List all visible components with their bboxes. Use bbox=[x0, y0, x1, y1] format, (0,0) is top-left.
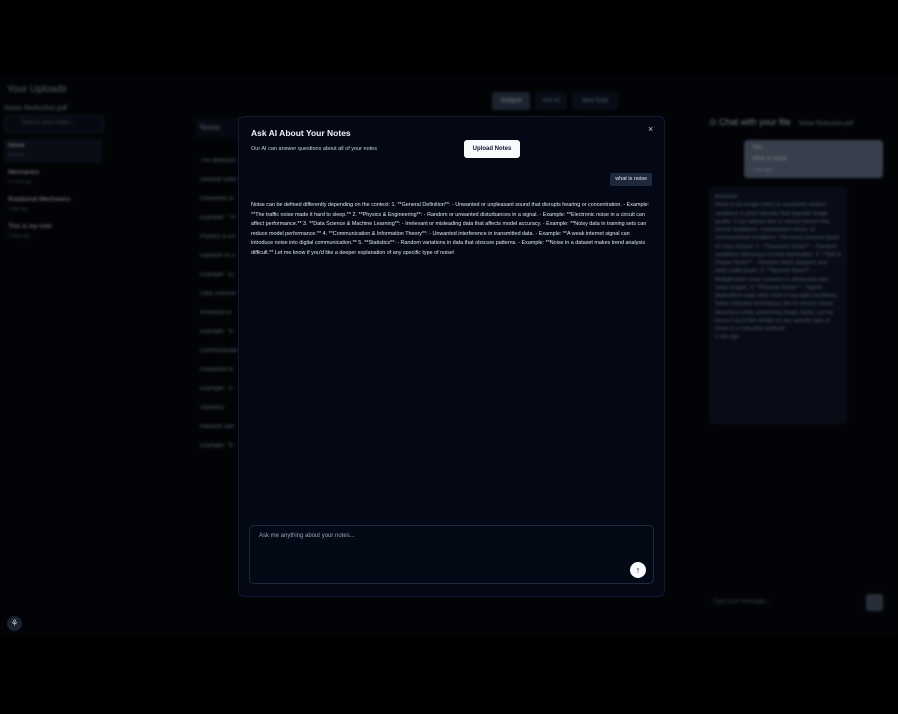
sidebar-item-this-is-my-note[interactable]: This is my note 2 days ago bbox=[4, 220, 102, 244]
note-line: Statistics bbox=[200, 405, 225, 411]
note-line: Physics & En bbox=[200, 234, 236, 240]
note-line: Example: "A bbox=[200, 386, 233, 392]
note-line: General Defin bbox=[200, 177, 238, 183]
send-arrow-icon[interactable]: ↑ bbox=[630, 562, 646, 578]
modal-title: Ask AI About Your Notes bbox=[251, 128, 351, 138]
sidebar-item-name: Noise bbox=[8, 142, 25, 149]
chat-send-button[interactable] bbox=[866, 594, 883, 611]
note-line: Unwanted in bbox=[200, 367, 234, 373]
sidebar-item-time: just now bbox=[8, 152, 25, 157]
assistant-message-time: 1 min ago bbox=[715, 334, 740, 341]
chat-input[interactable]: Type your message... bbox=[713, 599, 770, 605]
sidebar-title: Your Uploads bbox=[7, 84, 67, 95]
note-line: Communicatio bbox=[200, 348, 239, 354]
sidebar-item-noise[interactable]: Noise just now bbox=[4, 139, 102, 163]
sidebar-item-name: Mechanics bbox=[8, 169, 40, 176]
user-label: You bbox=[752, 145, 763, 151]
chat-file-name: Noise Reduction.pdf bbox=[799, 121, 854, 127]
note-line: Irrelevant or bbox=[200, 310, 233, 316]
assistant-message-bubble: Assistant Noise in an image refers to un… bbox=[709, 187, 847, 424]
sidebar-item-name: This is my note bbox=[8, 223, 52, 230]
assistant-message: Noise in an image refers to unwanted ran… bbox=[715, 202, 841, 332]
note-line: Random or u bbox=[200, 253, 235, 259]
note-line: Example: "Th bbox=[200, 215, 236, 221]
note-line: Unwanted or bbox=[200, 196, 235, 202]
note-line: The definition bbox=[200, 158, 237, 164]
assistant-label: Assistant bbox=[715, 194, 738, 200]
note-line: Example: "N bbox=[200, 443, 234, 449]
sidebar-item-time: 2 hours ago bbox=[8, 179, 32, 184]
user-message-time: 1 min ago bbox=[752, 167, 772, 172]
modal-subtitle: Our AI can answer questions about all of… bbox=[251, 146, 377, 152]
sidebar-item-mechanics[interactable]: Mechanics 2 hours ago bbox=[4, 166, 102, 190]
ask-input-box: ↑ bbox=[249, 525, 654, 584]
note-line: Data Science bbox=[200, 291, 236, 297]
sidebar-item-rotational-mechanics[interactable]: Rotational Mechanics 1 day ago bbox=[4, 193, 102, 217]
note-line: Random vari bbox=[200, 424, 235, 430]
ask-input[interactable] bbox=[250, 526, 620, 566]
chat-title: Chat with your file bbox=[719, 117, 791, 127]
user-message-bubble: You what is noise 1 min ago bbox=[744, 140, 883, 178]
chat-icon: ⊙ bbox=[709, 117, 717, 127]
sidebar-item-time: 1 day ago bbox=[8, 206, 28, 211]
tab-ask-ai[interactable]: Ask AI bbox=[535, 92, 567, 110]
sidebar-search-placeholder: Search your notes... bbox=[21, 120, 75, 126]
sidebar-item-time: 2 days ago bbox=[8, 233, 31, 238]
current-file-name: Noise Reduction.pdf bbox=[4, 105, 68, 112]
close-icon[interactable]: × bbox=[648, 124, 653, 134]
assistant-bot-icon[interactable]: ⚘ bbox=[7, 616, 22, 631]
user-question-chip: what is noise bbox=[610, 173, 652, 186]
ask-ai-modal: Ask AI About Your Notes Our AI can answe… bbox=[238, 116, 665, 597]
ai-answer-text: Noise can be defined differently dependi… bbox=[251, 202, 650, 256]
sidebar-search[interactable]: Search your notes... bbox=[4, 115, 104, 133]
chat-header: ⊙ Chat with your file Noise Reduction.pd… bbox=[709, 117, 853, 128]
tab-new-note[interactable]: New Note bbox=[572, 92, 618, 110]
upload-notes-button[interactable]: Upload Notes bbox=[464, 140, 520, 158]
note-line: Example: "El bbox=[200, 272, 235, 278]
sidebar-item-name: Rotational Mechanics bbox=[8, 196, 71, 203]
user-message: what is noise bbox=[752, 156, 787, 162]
note-line: Example: "N bbox=[200, 329, 234, 335]
tab-analyze[interactable]: Analyze bbox=[492, 92, 530, 110]
